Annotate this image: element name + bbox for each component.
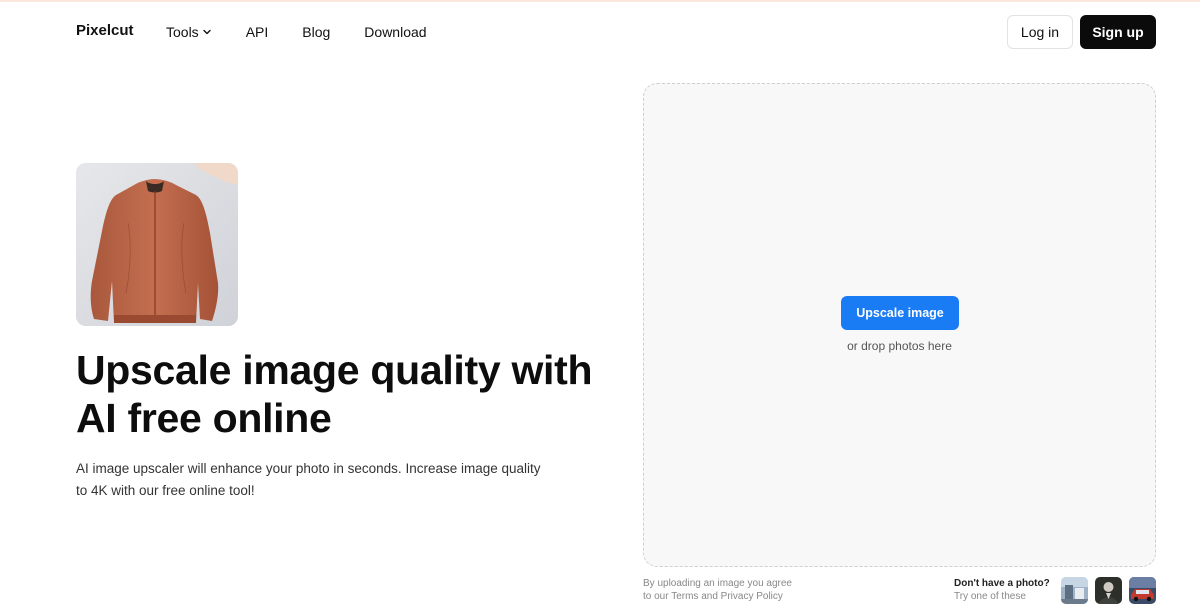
sample-image-portrait[interactable] [1095, 577, 1122, 604]
legal-prefix2: to our [643, 591, 669, 602]
legal-line-2: to our Terms and Privacy Policy [643, 590, 792, 603]
sample-subtitle: Try one of these [954, 591, 1026, 602]
login-button[interactable]: Log in [1007, 15, 1073, 49]
nav-links: Tools API Blog Download [166, 24, 461, 40]
legal-notice: By uploading an image you agree to our T… [643, 577, 792, 603]
sample-images [1061, 577, 1163, 604]
sample-question: Don't have a photo? [954, 578, 1050, 589]
upload-dropzone[interactable]: Upscale image or drop photos here [643, 83, 1156, 567]
terms-link[interactable]: Terms [671, 591, 698, 602]
nav-link-tools-label: Tools [166, 24, 199, 40]
hero-jacket-image [76, 163, 238, 326]
upscale-image-button[interactable]: Upscale image [841, 296, 959, 330]
logo[interactable]: Pixelcut [76, 22, 134, 39]
privacy-policy-link[interactable]: Privacy Policy [721, 591, 783, 602]
sample-prompt: Don't have a photo? Try one of these [954, 577, 1050, 603]
nav-link-blog[interactable]: Blog [302, 24, 330, 40]
chevron-down-icon [202, 27, 212, 37]
page-title: Upscale image quality with AI free onlin… [76, 347, 593, 441]
legal-line-1: By uploading an image you agree [643, 578, 792, 589]
drop-hint: or drop photos here [847, 339, 952, 353]
navbar: Pixelcut Tools API Blog Download Log in … [0, 0, 1200, 64]
nav-link-api[interactable]: API [246, 24, 269, 40]
nav-link-tools[interactable]: Tools [166, 24, 212, 40]
legal-and: and [701, 591, 718, 602]
nav-link-download[interactable]: Download [364, 24, 426, 40]
signup-button[interactable]: Sign up [1080, 15, 1156, 49]
sample-image-building[interactable] [1061, 577, 1088, 604]
hero-description: AI image upscaler will enhance your phot… [76, 461, 541, 498]
sample-image-car[interactable] [1129, 577, 1156, 604]
